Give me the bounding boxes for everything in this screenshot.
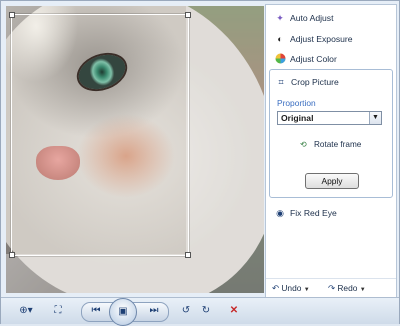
slideshow-icon: ▣ (118, 306, 128, 317)
undo-redo-bar: ↶ Undo ▼ ↷ Redo ▼ (266, 278, 396, 297)
bottom-toolbar: ⊕▾ ⛶ ⏮ ▣ ⏭ ↺ ↻ ✕ (1, 297, 399, 326)
undo-label: Undo (281, 283, 302, 293)
crop-shade-bottom (6, 254, 186, 293)
undo-icon: ↶ (272, 283, 280, 293)
undo-button[interactable]: ↶ Undo ▼ (272, 283, 310, 293)
rotate-left-icon: ↺ (181, 305, 191, 316)
crop-handle-top-right[interactable] (185, 12, 191, 18)
redo-label: Redo (337, 283, 358, 293)
fix-red-eye-label: Fix Red Eye (290, 208, 337, 218)
crop-picture-button[interactable]: ⌗ Crop Picture (275, 73, 339, 91)
crop-frame[interactable] (9, 12, 191, 258)
delete-icon: ✕ (229, 305, 239, 316)
magic-wand-icon: ✦ (276, 13, 284, 23)
zoom-icon: ⊕▾ (19, 305, 33, 316)
rotate-frame-label: Rotate frame (314, 139, 362, 149)
apply-button[interactable]: Apply (305, 173, 359, 189)
adjust-color-button[interactable]: Adjust Color (274, 50, 337, 68)
adjust-exposure-label: Adjust Exposure (290, 34, 353, 44)
crop-handle-bottom-right[interactable] (185, 252, 191, 258)
crop-icon: ⌗ (278, 77, 284, 87)
color-wheel-icon (274, 53, 286, 65)
photo-editor-window: ✦ Auto Adjust ◐ Adjust Exposure Adjust C… (0, 0, 400, 326)
photo-canvas[interactable] (6, 6, 264, 293)
auto-adjust-button[interactable]: ✦ Auto Adjust (274, 9, 333, 27)
fix-panel: ✦ Auto Adjust ◐ Adjust Exposure Adjust C… (265, 4, 397, 298)
rotate-left-button[interactable]: ↺ (179, 304, 193, 318)
actual-size-button[interactable]: ⛶ (51, 304, 65, 318)
slideshow-button[interactable]: ▣ (109, 298, 137, 326)
exposure-icon: ◐ (277, 34, 283, 44)
proportion-value: Original (281, 113, 314, 123)
previous-icon: ⏮ (91, 305, 101, 316)
redo-dropdown-icon[interactable]: ▼ (360, 287, 366, 293)
delete-button[interactable]: ✕ (227, 304, 241, 318)
crop-picture-label: Crop Picture (291, 77, 339, 87)
proportion-select[interactable]: Original ▼ (277, 111, 382, 125)
actual-size-icon: ⛶ (54, 305, 62, 316)
proportion-label: Proportion (277, 98, 316, 108)
fix-red-eye-button[interactable]: ◉ Fix Red Eye (274, 204, 337, 222)
auto-adjust-label: Auto Adjust (290, 13, 334, 23)
chevron-down-icon: ▼ (369, 112, 381, 124)
rotate-frame-button[interactable]: ⟲ Rotate frame (300, 139, 362, 150)
redo-icon: ↷ (328, 283, 336, 293)
rotate-right-button[interactable]: ↻ (199, 304, 213, 318)
undo-dropdown-icon[interactable]: ▼ (304, 287, 310, 293)
next-icon: ⏭ (149, 305, 159, 316)
eye-icon: ◉ (276, 208, 284, 218)
crop-shade-right (186, 6, 264, 293)
crop-handle-bottom-left[interactable] (9, 252, 15, 258)
adjust-exposure-button[interactable]: ◐ Adjust Exposure (274, 30, 353, 48)
crop-picture-section: ⌗ Crop Picture Proportion Original ▼ ⟲ R… (269, 69, 393, 198)
next-button[interactable]: ⏭ (147, 304, 161, 318)
zoom-button[interactable]: ⊕▾ (15, 304, 37, 318)
previous-button[interactable]: ⏮ (89, 304, 103, 318)
redo-button[interactable]: ↷ Redo ▼ (328, 283, 366, 293)
adjust-color-label: Adjust Color (290, 54, 337, 64)
rotate-right-icon: ↻ (201, 305, 211, 316)
rotate-frame-icon: ⟲ (300, 140, 307, 149)
crop-handle-top-left[interactable] (9, 12, 15, 18)
